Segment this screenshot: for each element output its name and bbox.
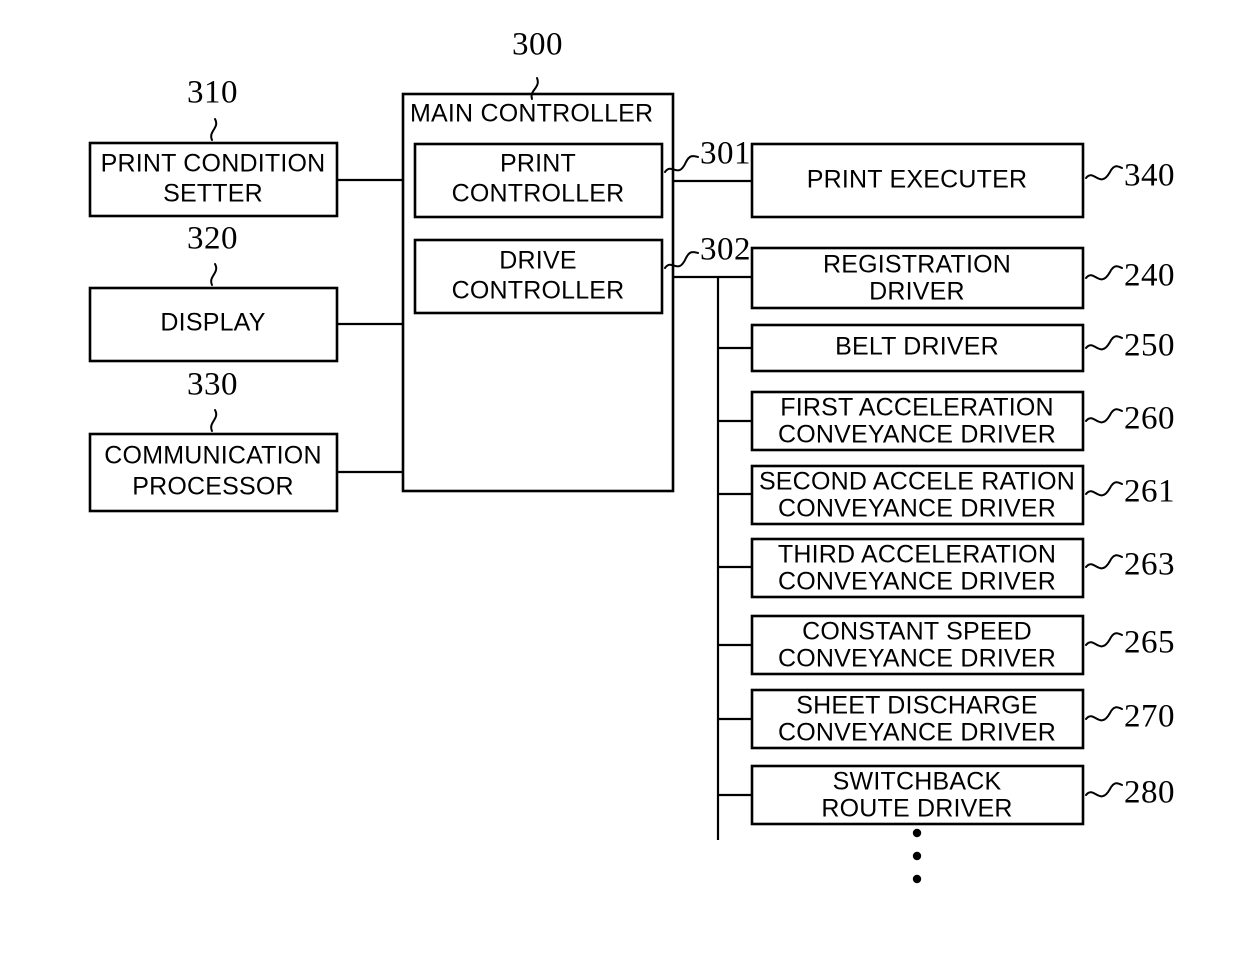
ref-number-280: 280 — [1124, 775, 1175, 811]
ellipsis-dot-1 — [912, 828, 922, 838]
leader-280 — [1085, 782, 1123, 798]
constant-speed-conveyance-driver-label-line1: CONSTANT SPEED — [802, 618, 1032, 646]
leader-263 — [1085, 554, 1123, 570]
diagram-canvas: MAIN CONTROLLER 300 PRINT CONTROLLER 301… — [88, 27, 1175, 884]
leader-240 — [1085, 265, 1123, 281]
third-acceleration-conveyance-driver-label-line2: CONVEYANCE DRIVER — [778, 568, 1056, 596]
ref-number-240: 240 — [1124, 258, 1175, 294]
ref-number-250: 250 — [1124, 328, 1175, 364]
third-acceleration-conveyance-driver-label-line1: THIRD ACCELERATION — [778, 541, 1056, 569]
leader-270 — [1085, 706, 1123, 722]
leader-261 — [1085, 481, 1123, 497]
leader-340 — [1085, 165, 1123, 181]
ref-number-310: 310 — [187, 75, 238, 111]
first-acceleration-conveyance-driver-label-line2: CONVEYANCE DRIVER — [778, 421, 1056, 449]
print-executer-label-line1: PRINT EXECUTER — [807, 166, 1027, 194]
second-acceleration-conveyance-driver-label-line1: SECOND ACCELE RATION — [759, 468, 1075, 496]
registration-driver-label-line1: REGISTRATION — [823, 251, 1011, 279]
communication-processor-label-line2: PROCESSOR — [132, 473, 294, 501]
sheet-discharge-conveyance-driver-label-line1: SHEET DISCHARGE — [796, 692, 1037, 720]
registration-driver-label-line2: DRIVER — [869, 278, 965, 306]
ellipsis-dot-2 — [912, 851, 922, 861]
constant-speed-conveyance-driver-label-line2: CONVEYANCE DRIVER — [778, 645, 1056, 673]
drive-controller-label-line1: DRIVE — [499, 247, 576, 275]
ref-number-265: 265 — [1124, 625, 1175, 661]
print-condition-setter-label-line1: PRINT CONDITION — [101, 150, 326, 178]
print-controller-label-line2: CONTROLLER — [452, 180, 625, 208]
leader-265 — [1085, 632, 1123, 648]
second-acceleration-conveyance-driver-label-line2: CONVEYANCE DRIVER — [778, 495, 1056, 523]
first-acceleration-conveyance-driver-label-line1: FIRST ACCELERATION — [780, 394, 1054, 422]
leader-330 — [210, 409, 218, 432]
left-column-wires — [337, 178, 403, 474]
ref-number-330: 330 — [187, 367, 238, 403]
ref-number-302: 302 — [700, 232, 751, 268]
ref-number-263: 263 — [1124, 547, 1175, 583]
ref-number-301: 301 — [700, 136, 751, 172]
ref-number-270: 270 — [1124, 699, 1175, 735]
sheet-discharge-conveyance-driver-label-line2: CONVEYANCE DRIVER — [778, 719, 1056, 747]
leader-260 — [1085, 408, 1123, 424]
ref-number-260: 260 — [1124, 401, 1175, 437]
left-column-group: PRINT CONDITION SETTER 310 DISPLAY 320 C… — [88, 75, 339, 513]
continuation-ellipsis-icon — [912, 828, 922, 884]
communication-processor-label-line1: COMMUNICATION — [104, 442, 321, 470]
display-label-line1: DISPLAY — [160, 309, 265, 337]
patent-figure-block-diagram: MAIN CONTROLLER 300 PRINT CONTROLLER 301… — [0, 0, 1240, 954]
print-controller-label-line1: PRINT — [500, 150, 576, 178]
main-controller-group: MAIN CONTROLLER 300 PRINT CONTROLLER 301… — [401, 27, 751, 493]
ref-number-261: 261 — [1124, 474, 1175, 510]
ref-number-340: 340 — [1124, 158, 1175, 194]
leader-320 — [210, 263, 218, 286]
drive-branch-group: REGISTRATION DRIVER 240 BELT DRIVER 250 … — [718, 246, 1175, 826]
ref-number-300: 300 — [512, 27, 563, 63]
drive-branch-bus — [673, 275, 752, 840]
drive-controller-label-line2: CONTROLLER — [452, 277, 625, 305]
leader-250 — [1085, 335, 1123, 351]
ref-number-320: 320 — [187, 221, 238, 257]
print-condition-setter-label-line2: SETTER — [163, 180, 263, 208]
belt-driver-label-line1: BELT DRIVER — [835, 333, 999, 361]
main-controller-title: MAIN CONTROLLER — [410, 100, 653, 128]
switchback-route-driver-label-line1: SWITCHBACK — [833, 768, 1002, 796]
ellipsis-dot-3 — [912, 874, 922, 884]
switchback-route-driver-label-line2: ROUTE DRIVER — [821, 795, 1012, 823]
leader-310 — [210, 118, 218, 141]
